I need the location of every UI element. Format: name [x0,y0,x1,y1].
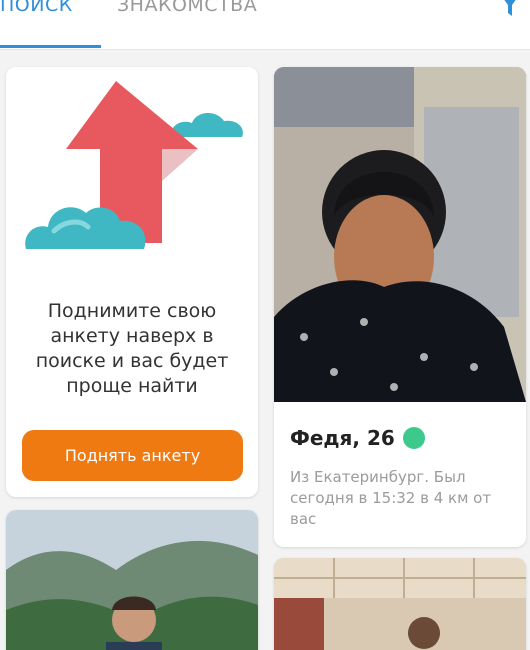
profile-header: Федя, 26 [290,423,425,453]
profile-photo-3[interactable] [274,558,526,650]
promo-message: Поднимите свою анкету наверх в поиске и … [35,300,229,397]
online-status-icon [402,427,425,449]
promo-card: Поднимите свою анкету наверх в поиске и … [6,67,258,497]
profile-card[interactable]: Федя, 26 Из Екатеринбург. Был сегодня в … [274,67,526,547]
search-screen: ПОИСК ЗНАКОМСТВА Поднимите свою анкету н… [0,0,530,650]
profile-card-3[interactable] [274,558,526,650]
active-tab-indicator [0,45,101,48]
cloud-right-icon [170,112,243,137]
raise-profile-button[interactable]: Поднять анкету [22,430,243,481]
tab-search[interactable]: ПОИСК [0,0,73,16]
profile-description: Из Екатеринбург. Был сегодня в 15:32 в 4… [290,468,492,528]
profile-card-2[interactable] [6,510,258,650]
tab-dating[interactable]: ЗНАКОМСТВА [117,0,257,16]
up-arrow-clouds-illustration [25,81,243,249]
profile-photo[interactable] [274,67,526,402]
filter-icon[interactable] [498,0,522,20]
tab-bar: ПОИСК ЗНАКОМСТВА [0,0,530,50]
profile-photo-2[interactable] [6,510,258,650]
profile-name: Федя, 26 [290,426,395,450]
